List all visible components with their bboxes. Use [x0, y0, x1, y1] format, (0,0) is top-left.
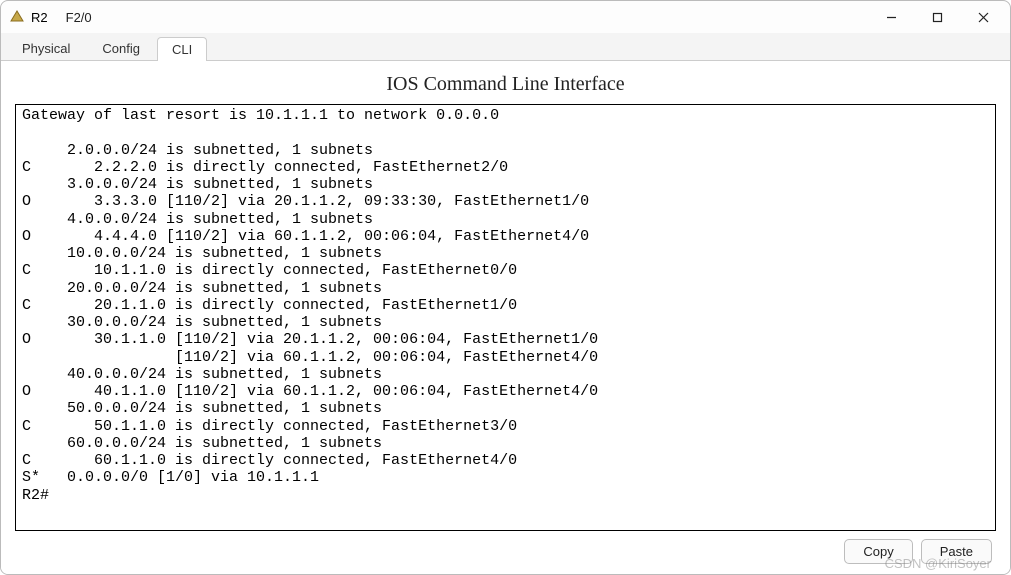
- app-icon: [9, 9, 25, 25]
- cli-terminal[interactable]: Gateway of last resort is 10.1.1.1 to ne…: [16, 105, 995, 530]
- tab-bar: Physical Config CLI: [1, 33, 1010, 61]
- terminal-frame: Gateway of last resort is 10.1.1.1 to ne…: [15, 104, 996, 531]
- tab-physical[interactable]: Physical: [7, 36, 85, 60]
- window-frame: R2 F2/0 Physical Config CLI IOS Command …: [0, 0, 1011, 575]
- copy-button[interactable]: Copy: [844, 539, 912, 564]
- tab-cli[interactable]: CLI: [157, 37, 207, 61]
- cli-header: IOS Command Line Interface: [15, 73, 996, 96]
- close-button[interactable]: [960, 1, 1006, 33]
- paste-button[interactable]: Paste: [921, 539, 992, 564]
- content-area: IOS Command Line Interface Gateway of la…: [1, 61, 1010, 574]
- maximize-button[interactable]: [914, 1, 960, 33]
- window-title: R2: [31, 10, 48, 25]
- minimize-button[interactable]: [868, 1, 914, 33]
- titlebar: R2 F2/0: [1, 1, 1010, 33]
- tab-config[interactable]: Config: [87, 36, 155, 60]
- window-subtitle: F2/0: [66, 10, 92, 25]
- button-row: Copy Paste: [15, 531, 996, 564]
